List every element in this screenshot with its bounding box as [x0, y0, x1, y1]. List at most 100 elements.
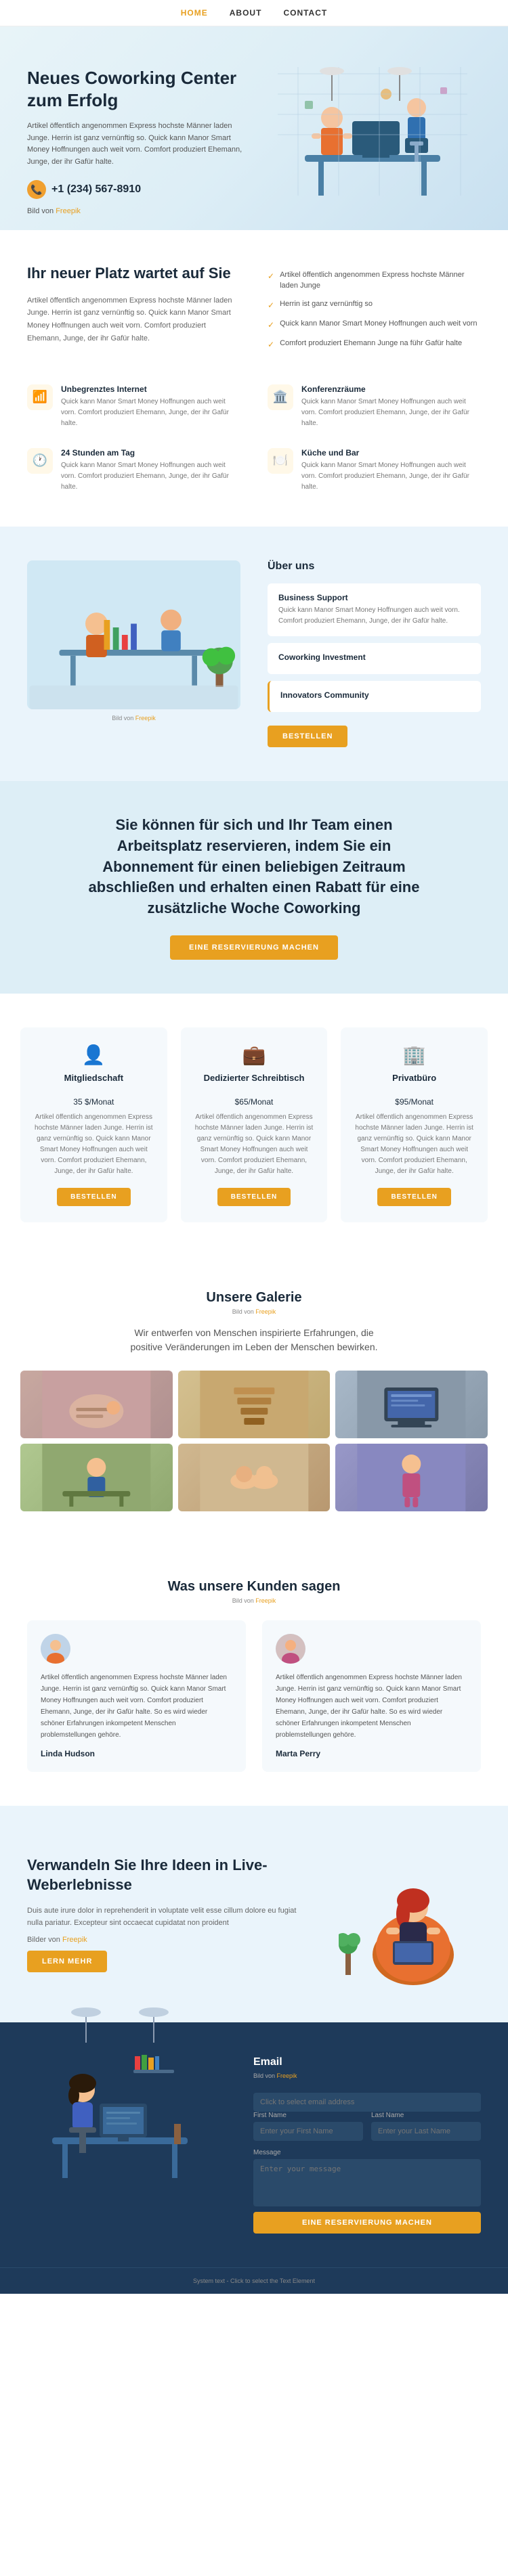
about-button[interactable]: BESTELLEN: [268, 726, 347, 747]
gallery-heading: Unsere Galerie: [20, 1290, 488, 1306]
about-credit: Bild von Freepik: [27, 715, 240, 721]
about-card-investment[interactable]: Coworking Investment: [268, 643, 481, 674]
gallery-section: Unsere Galerie Bild von Freepik Wir entw…: [0, 1256, 508, 1545]
gallery-item-5: [178, 1444, 331, 1511]
testimonials-credit-link[interactable]: Freepik: [255, 1597, 276, 1604]
check-item-4: ✓ Comfort produziert Ehemann Junge na fü…: [268, 338, 481, 351]
hero-phone: 📞 +1 (234) 567-8910: [27, 180, 244, 199]
hero-credit-link[interactable]: Freepik: [56, 207, 81, 215]
gallery-item-4: [20, 1444, 173, 1511]
lastname-label: Last Name: [371, 2112, 481, 2119]
pricing-office-button[interactable]: BESTELLEN: [377, 1188, 450, 1206]
nav-contact[interactable]: CONTACT: [283, 8, 327, 18]
lastname-input[interactable]: [371, 2122, 481, 2141]
about-right: Über uns Business Support Quick kann Man…: [268, 560, 481, 747]
about-illustration: [27, 560, 240, 709]
about-section: Bild von Freepik Über uns Business Suppo…: [0, 527, 508, 781]
pricing-membership-button[interactable]: BESTELLEN: [57, 1188, 130, 1206]
cta-heading: Sie können für sich und Ihr Team einen A…: [85, 815, 423, 919]
webexp-illustration: [332, 1840, 481, 1989]
email-input[interactable]: [253, 2093, 481, 2112]
check-item-3: ✓ Quick kann Manor Smart Money Hoffnunge…: [268, 318, 481, 331]
feature-kitchen-title: Küche und Bar: [301, 448, 481, 458]
desk-icon: 💼: [194, 1044, 314, 1066]
testimonial-card-1: Artikel öffentlich angenommen Express ho…: [27, 1620, 246, 1772]
check-icon-3: ✓: [268, 319, 274, 331]
contact-credit-link[interactable]: Freepik: [277, 2072, 297, 2079]
pricing-card-desk: 💼 Dedizierter Schreibtisch $65/Monat Art…: [181, 1027, 328, 1222]
message-group: Message: [253, 2149, 481, 2206]
pricing-card-membership: 👤 Mitgliedschaft 35 $/Monat Artikel öffe…: [20, 1027, 167, 1222]
about-card-business[interactable]: Business Support Quick kann Manor Smart …: [268, 583, 481, 636]
firstname-input[interactable]: [253, 2122, 363, 2141]
features-grid: 📶 Unbegrenztes Internet Quick kann Manor…: [27, 384, 481, 493]
webexp-button[interactable]: LERN MEHR: [27, 1951, 107, 1972]
check-text-3: Quick kann Manor Smart Money Hoffnungen …: [280, 318, 477, 330]
hero-body: Artikel öffentlich angenommen Express ho…: [27, 120, 244, 168]
nav-home[interactable]: HOME: [181, 8, 208, 18]
feature-kitchen-desc: Quick kann Manor Smart Money Hoffnungen …: [301, 460, 481, 493]
webexp-credit-link[interactable]: Freepik: [62, 1936, 87, 1944]
features-section: Ihr neuer Platz wartet auf Sie Artikel ö…: [0, 230, 508, 527]
feature-hours-text: 24 Stunden am Tag Quick kann Manor Smart…: [61, 448, 240, 493]
gallery-item-3: [335, 1371, 488, 1438]
firstname-group: First Name: [253, 2112, 363, 2141]
about-card-community-title: Innovators Community: [280, 690, 470, 700]
contact-submit-button[interactable]: EINE RESERVIERUNG MACHEN: [253, 2212, 481, 2234]
feature-internet: 📶 Unbegrenztes Internet Quick kann Manor…: [27, 384, 240, 429]
testimonial-name-1: Linda Hudson: [41, 1749, 232, 1758]
message-textarea[interactable]: [253, 2159, 481, 2206]
features-body: Artikel öffentlich angenommen Express ho…: [27, 294, 240, 345]
firstname-label: First Name: [253, 2112, 363, 2119]
contact-form: First Name Last Name Message EINE RESERV…: [253, 2093, 481, 2234]
check-text-4: Comfort produziert Ehemann Junge na führ…: [280, 338, 462, 349]
internet-icon: 📶: [27, 384, 53, 410]
contact-heading: Email: [253, 2056, 481, 2068]
pricing-desk-button[interactable]: BESTELLEN: [217, 1188, 291, 1206]
pricing-office-title: Privatbüro: [354, 1073, 474, 1083]
phone-icon: 📞: [27, 180, 46, 199]
contact-illustration: [27, 2056, 213, 2192]
check-text-2: Herrin ist ganz vernünftig so: [280, 298, 373, 310]
gallery-credit: Bild von Freepik: [20, 1308, 488, 1315]
testimonial-name-2: Marta Perry: [276, 1749, 467, 1758]
feature-conference-desc: Quick kann Manor Smart Money Hoffnungen …: [301, 397, 481, 429]
testimonials-credit: Bild von Freepik: [27, 1597, 481, 1604]
pricing-desk-title: Dedizierter Schreibtisch: [194, 1073, 314, 1083]
hero-left: Neues Coworking Center zum Erfolg Artike…: [27, 60, 244, 230]
contact-credit: Bild von Freepik: [253, 2072, 481, 2079]
message-label: Message: [253, 2149, 481, 2156]
gallery-item-2: [178, 1371, 331, 1438]
hero-title: Neues Coworking Center zum Erfolg: [27, 67, 244, 111]
features-top: Ihr neuer Platz wartet auf Sie Artikel ö…: [27, 264, 481, 357]
testimonial-avatar-1: [41, 1634, 70, 1664]
webexp-heading: Verwandeln Sie Ihre Ideen in Live-Weberl…: [27, 1856, 305, 1894]
kitchen-icon: 🍽️: [268, 448, 293, 474]
gallery-item-6: [335, 1444, 488, 1511]
cta-button[interactable]: EINE RESERVIERUNG MACHEN: [170, 935, 338, 960]
features-checklist: ✓ Artikel öffentlich angenommen Express …: [268, 264, 481, 357]
contact-right: Email Bild von Freepik First Name Last N…: [253, 2056, 481, 2234]
testimonial-avatar-2: [276, 1634, 305, 1664]
feature-internet-title: Unbegrenztes Internet: [61, 384, 240, 394]
gallery-credit-link[interactable]: Freepik: [255, 1308, 276, 1315]
testimonials-section: Was unsere Kunden sagen Bild von Freepik…: [0, 1545, 508, 1806]
check-item-1: ✓ Artikel öffentlich angenommen Express …: [268, 269, 481, 292]
feature-kitchen-text: Küche und Bar Quick kann Manor Smart Mon…: [301, 448, 481, 493]
hero-illustration: [264, 60, 481, 223]
pricing-desk-desc: Artikel öffentlich angenommen Express ho…: [194, 1112, 314, 1177]
check-icon-2: ✓: [268, 299, 274, 311]
about-card-business-title: Business Support: [278, 593, 470, 602]
about-card-community[interactable]: Innovators Community: [268, 681, 481, 712]
gallery-item-1: [20, 1371, 173, 1438]
testimonial-card-2: Artikel öffentlich angenommen Express ho…: [262, 1620, 481, 1772]
testimonials-grid: Artikel öffentlich angenommen Express ho…: [27, 1620, 481, 1772]
feature-internet-text: Unbegrenztes Internet Quick kann Manor S…: [61, 384, 240, 429]
feature-hours-desc: Quick kann Manor Smart Money Hoffnungen …: [61, 460, 240, 493]
name-row: First Name Last Name: [253, 2112, 481, 2141]
nav-about[interactable]: ABOUT: [230, 8, 262, 18]
features-left: Ihr neuer Platz wartet auf Sie Artikel ö…: [27, 264, 240, 357]
about-credit-link[interactable]: Freepik: [135, 715, 156, 721]
feature-hours-title: 24 Stunden am Tag: [61, 448, 240, 458]
webexp-credit: Bilder von Freepik: [27, 1934, 305, 1947]
